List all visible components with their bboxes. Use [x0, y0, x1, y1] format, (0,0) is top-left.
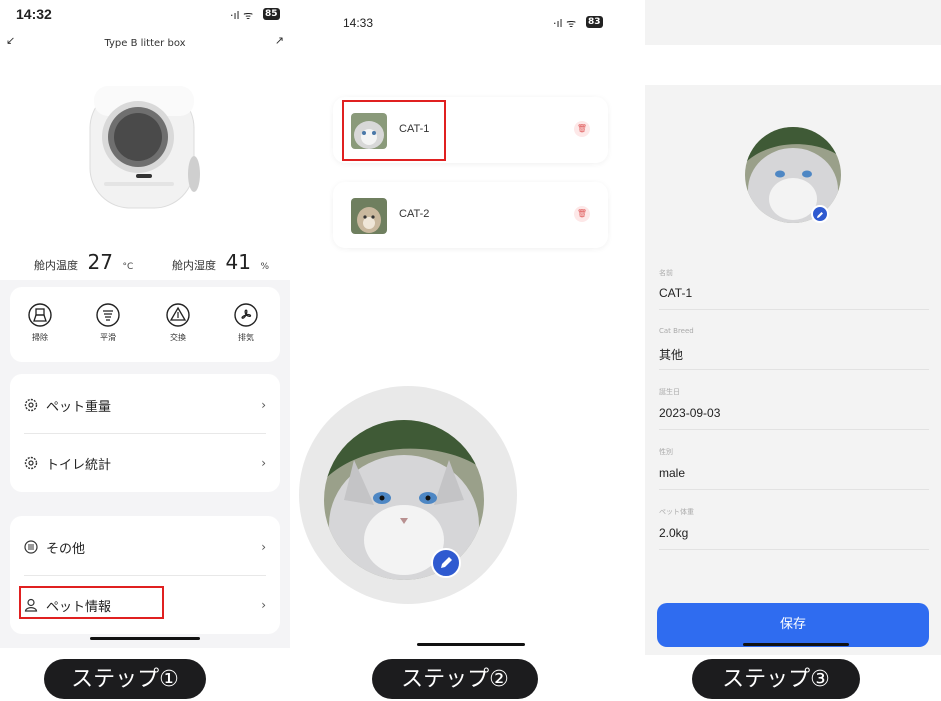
birthday-field[interactable]: 2023-09-03: [659, 406, 720, 420]
trash-icon[interactable]: 🗑: [574, 206, 590, 222]
other-label: その他: [46, 541, 86, 557]
battery-icon: 85: [263, 8, 280, 20]
status-bar: 14:32 ·ıl ᯤ 85: [0, 0, 290, 30]
pet-weight-label: ペット重量: [46, 399, 112, 415]
device-title: Type B litter box: [104, 38, 186, 49]
status-time: 14:32: [16, 6, 52, 22]
edit-avatar-icon[interactable]: [431, 548, 461, 578]
humidity-label: 舱内湿度: [172, 259, 216, 272]
chevron-right-icon: ›: [261, 540, 266, 554]
humidity-unit: %: [260, 262, 270, 272]
action-panel: 掃除 平滑 交換 排気: [10, 287, 280, 362]
exchange-label: 交換: [170, 333, 186, 342]
signal-icon: ·ıl ᯤ: [230, 9, 254, 22]
fan-icon: [234, 303, 258, 327]
weight-field[interactable]: 2.0kg: [659, 526, 688, 540]
temperature-unit: °C: [122, 262, 134, 272]
highlight-box-cat-1: [342, 100, 446, 161]
humidity-readout: 舱内湿度 41 %: [172, 250, 269, 274]
step-2-label: ステップ②: [372, 659, 538, 699]
back-icon[interactable]: ↙: [6, 34, 15, 47]
exchange-icon: [166, 303, 190, 327]
toilet-stats-item[interactable]: トイレ統計 ›: [24, 434, 270, 492]
weight-label: ペット体重: [659, 508, 694, 516]
gender-label: 性別: [659, 448, 673, 456]
step1-screen: 14:32 ·ıl ᯤ 85 ↙ Type B litter box ↗ 舱内温…: [0, 0, 290, 648]
birthday-label: 誕生日: [659, 388, 680, 396]
home-indicator: [417, 643, 525, 646]
menu-card-1: ペット重量 › トイレ統計 ›: [10, 374, 280, 492]
header-gap: [645, 45, 941, 85]
device-summary: 舱内温度 27 °C 舱内湿度 41 %: [0, 50, 290, 280]
chevron-right-icon: ›: [261, 598, 266, 612]
divider: [659, 489, 929, 490]
step-3-label: ステップ③: [692, 659, 860, 699]
temperature-readout: 舱内温度 27 °C: [34, 250, 133, 274]
home-indicator: [743, 643, 849, 646]
list-icon: [24, 540, 38, 554]
cat-2-thumbnail: [351, 198, 387, 234]
edit-avatar-icon[interactable]: [811, 205, 829, 223]
toilet-stats-label: トイレ統計: [46, 457, 112, 473]
smooth-icon: [96, 303, 120, 327]
status-time: 14:33: [343, 16, 374, 30]
divider: [659, 369, 929, 370]
battery-icon: 83: [586, 16, 603, 28]
broom-icon: [28, 303, 52, 327]
humidity-value: 41: [225, 250, 251, 274]
gender-field[interactable]: male: [659, 466, 685, 480]
breed-field[interactable]: 其他: [659, 346, 683, 363]
cat-list-item[interactable]: CAT-2 🗑: [333, 182, 608, 248]
signal-icon: ·ıl ᯤ: [553, 17, 577, 30]
temperature-value: 27: [87, 250, 113, 274]
exhaust-button[interactable]: 排気: [226, 303, 266, 343]
cat-avatar-large[interactable]: [324, 420, 484, 580]
home-indicator: [90, 637, 200, 640]
smooth-label: 平滑: [100, 333, 116, 342]
gear-icon: [24, 398, 38, 412]
smooth-button[interactable]: 平滑: [88, 303, 128, 343]
divider: [659, 309, 929, 310]
exhaust-label: 排気: [238, 333, 254, 342]
temperature-label: 舱内温度: [34, 259, 78, 272]
highlight-box-pet-info: [19, 586, 164, 619]
cat-2-name: CAT-2: [399, 208, 430, 220]
divider: [659, 429, 929, 430]
save-button[interactable]: 保存: [657, 603, 929, 647]
breed-label: Cat Breed: [659, 327, 694, 335]
chevron-right-icon: ›: [261, 398, 266, 412]
name-field[interactable]: CAT-1: [659, 286, 692, 300]
chevron-right-icon: ›: [261, 456, 266, 470]
litter-box-image: [89, 86, 200, 209]
edit-icon[interactable]: ↗: [275, 34, 284, 47]
pet-weight-item[interactable]: ペット重量 ›: [24, 376, 270, 434]
divider: [659, 549, 929, 550]
clean-label: 掃除: [32, 333, 48, 342]
trash-icon[interactable]: 🗑: [574, 121, 590, 137]
step3-screen: 名前 CAT-1 Cat Breed 其他 誕生日 2023-09-03 性別 …: [645, 0, 941, 655]
exchange-button[interactable]: 交換: [158, 303, 198, 343]
other-item[interactable]: その他 ›: [24, 518, 270, 576]
name-label: 名前: [659, 269, 673, 277]
step-1-label: ステップ①: [44, 659, 206, 699]
clean-button[interactable]: 掃除: [20, 303, 60, 343]
gear-icon: [24, 456, 38, 470]
step2-screen: 14:33 ·ıl ᯤ 83 CAT-1 🗑 CAT-2 🗑: [299, 0, 618, 648]
